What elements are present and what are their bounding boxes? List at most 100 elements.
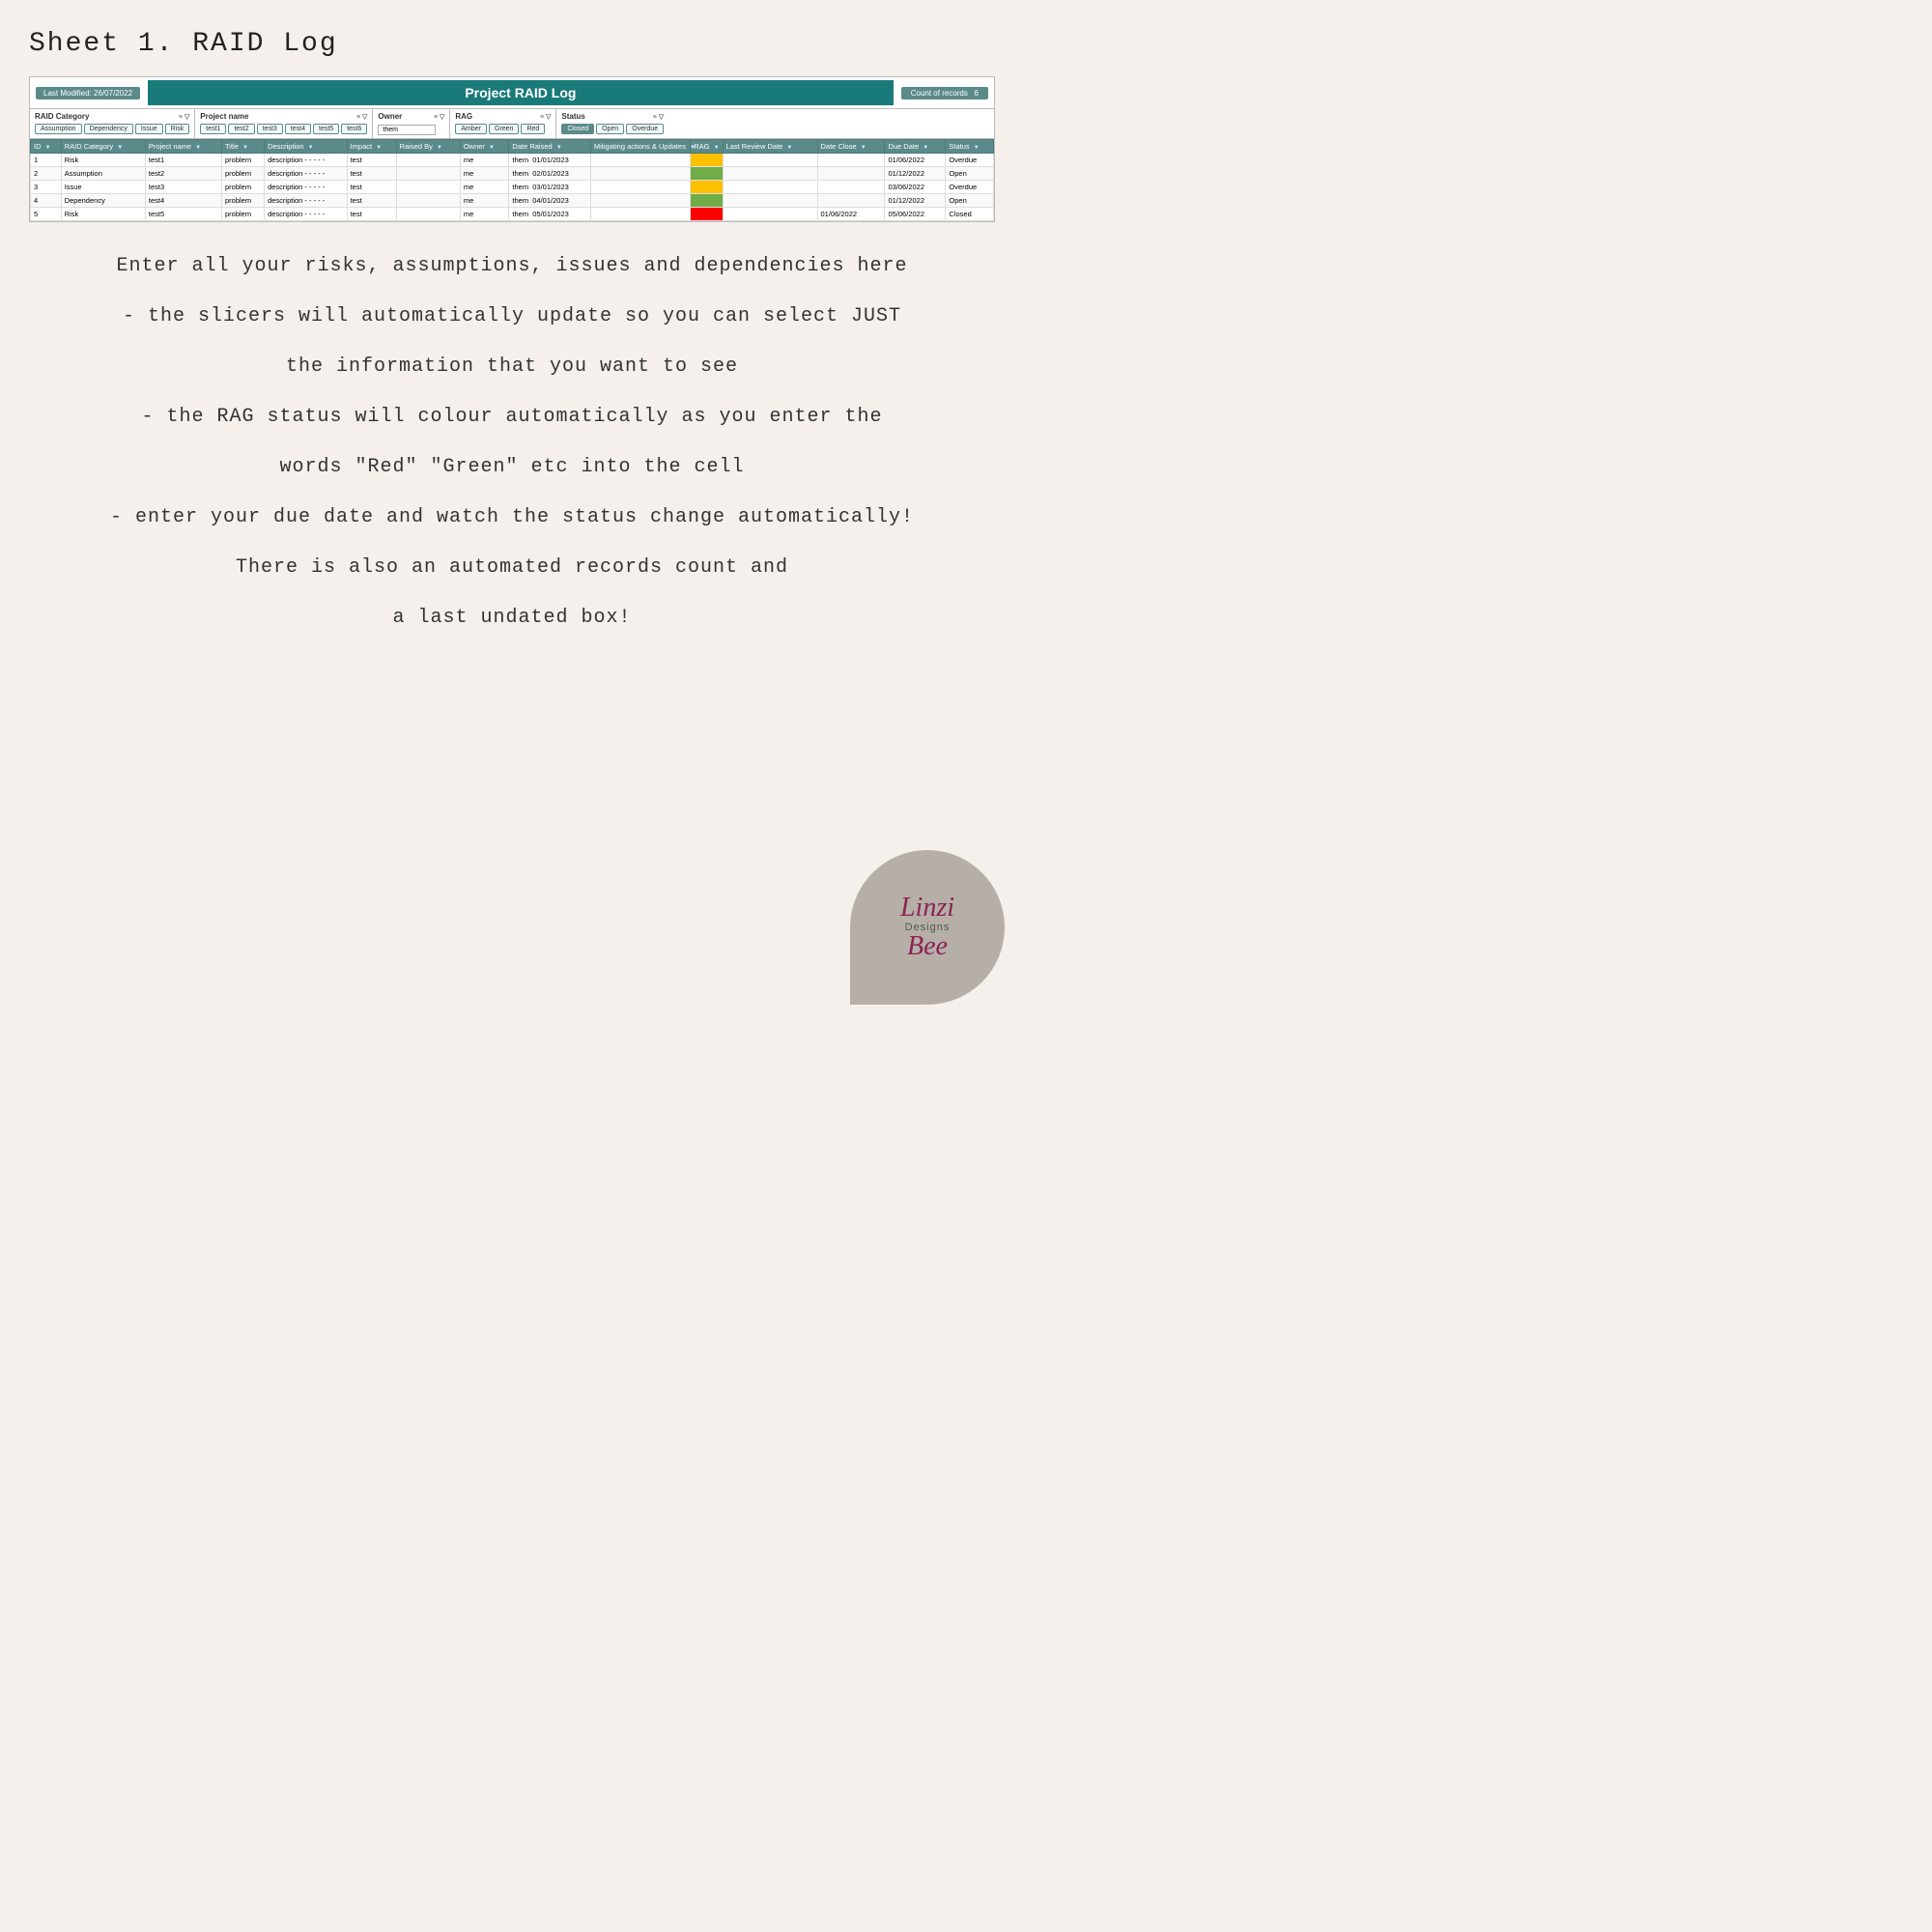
- cell-description: description - - - - -: [265, 154, 348, 167]
- cell-rag: [691, 167, 723, 181]
- cell-last-review: [723, 167, 817, 181]
- cell-id: 3: [31, 181, 62, 194]
- cell-due-date: 01/12/2022: [885, 194, 946, 208]
- cell-raid-category: Assumption: [61, 167, 145, 181]
- slicer-item-test5[interactable]: test5: [313, 124, 339, 134]
- cell-rag: [691, 208, 723, 221]
- cell-date-close: [817, 154, 885, 167]
- cell-date-close: [817, 167, 885, 181]
- slicer-item-green[interactable]: Green: [489, 124, 519, 134]
- cell-date-raised: them 01/01/2023: [509, 154, 590, 167]
- slicer-item-closed[interactable]: Closed: [561, 124, 594, 134]
- cell-id: 5: [31, 208, 62, 221]
- cell-due-date: 01/12/2022: [885, 167, 946, 181]
- slicer-item-test6[interactable]: test6: [341, 124, 367, 134]
- cell-raised-by: [396, 181, 460, 194]
- col-title: Title ▼: [222, 140, 265, 154]
- logo-area: Linzi Designs Bee: [850, 850, 1005, 1005]
- cell-impact: test: [347, 154, 396, 167]
- slicer-item-assumption[interactable]: Assumption: [35, 124, 82, 134]
- slicer-item-overdue[interactable]: Overdue: [626, 124, 664, 134]
- cell-raid-category: Issue: [61, 181, 145, 194]
- cell-project: test3: [145, 181, 221, 194]
- col-id: ID ▼: [31, 140, 62, 154]
- cell-title: problem: [222, 208, 265, 221]
- col-owner: Owner ▼: [460, 140, 509, 154]
- cell-last-review: [723, 181, 817, 194]
- slicer-item-amber[interactable]: Amber: [455, 124, 487, 134]
- cell-raised-by: [396, 167, 460, 181]
- col-due-date: Due Date ▼: [885, 140, 946, 154]
- cell-description: description - - - - -: [265, 167, 348, 181]
- logo-bee: Bee: [907, 933, 948, 960]
- description-line: - the slicers will automatically update …: [48, 301, 976, 332]
- slicer-rag: RAG ≡ ▽ Amber Green Red: [450, 109, 556, 138]
- slicer-item-open[interactable]: Open: [596, 124, 624, 134]
- description-line: a last undated box!: [48, 603, 976, 634]
- cell-owner: me: [460, 208, 509, 221]
- cell-impact: test: [347, 167, 396, 181]
- cell-raid-category: Risk: [61, 208, 145, 221]
- cell-raised-by: [396, 208, 460, 221]
- cell-project: test2: [145, 167, 221, 181]
- col-status: Status ▼: [946, 140, 994, 154]
- project-title: Project RAID Log: [148, 80, 894, 105]
- cell-mitigating: [590, 181, 690, 194]
- slicer-item-test3[interactable]: test3: [257, 124, 283, 134]
- description-line: - enter your due date and watch the stat…: [48, 502, 976, 533]
- slicer-item-issue[interactable]: Issue: [135, 124, 163, 134]
- cell-id: 4: [31, 194, 62, 208]
- slicer-item-test4[interactable]: test4: [285, 124, 311, 134]
- cell-due-date: 01/06/2022: [885, 154, 946, 167]
- cell-date-close: [817, 194, 885, 208]
- table-row: 3 Issue test3 problem description - - - …: [31, 181, 994, 194]
- cell-project: test4: [145, 194, 221, 208]
- last-modified-badge: Last Modified: 26/07/2022: [36, 87, 140, 99]
- owner-input[interactable]: [378, 125, 436, 135]
- cell-raised-by: [396, 154, 460, 167]
- cell-description: description - - - - -: [265, 208, 348, 221]
- cell-owner: me: [460, 194, 509, 208]
- col-project-name: Project name ▼: [145, 140, 221, 154]
- cell-date-raised: them 03/01/2023: [509, 181, 590, 194]
- col-description: Description ▼: [265, 140, 348, 154]
- col-last-review: Last Review Date ▼: [723, 140, 817, 154]
- description-line: - the RAG status will colour automatical…: [48, 402, 976, 433]
- cell-mitigating: [590, 154, 690, 167]
- cell-mitigating: [590, 208, 690, 221]
- table-row: 5 Risk test5 problem description - - - -…: [31, 208, 994, 221]
- cell-rag: [691, 181, 723, 194]
- cell-rag: [691, 194, 723, 208]
- cell-status: Open: [946, 194, 994, 208]
- description-line: the information that you want to see: [48, 352, 976, 383]
- cell-title: problem: [222, 181, 265, 194]
- slicer-status: Status ≡ ▽ Closed Open Overdue: [556, 109, 668, 138]
- table-row: 2 Assumption test2 problem description -…: [31, 167, 994, 181]
- cell-status: Overdue: [946, 154, 994, 167]
- cell-due-date: 03/06/2022: [885, 181, 946, 194]
- description-area: Enter all your risks, assumptions, issue…: [29, 251, 995, 634]
- slicer-owner: Owner ≡ ▽: [373, 109, 450, 138]
- cell-impact: test: [347, 194, 396, 208]
- slicer-item-test1[interactable]: test1: [200, 124, 226, 134]
- slicer-item-risk[interactable]: Risk: [165, 124, 190, 134]
- slicer-item-dependency[interactable]: Dependency: [84, 124, 133, 134]
- cell-due-date: 05/06/2022: [885, 208, 946, 221]
- col-mitigating: Mitigating actions & Updates ▼: [590, 140, 690, 154]
- cell-description: description - - - - -: [265, 194, 348, 208]
- logo-linzi: Linzi: [900, 895, 954, 922]
- col-date-raised: Date Raised ▼: [509, 140, 590, 154]
- slicer-item-red[interactable]: Red: [521, 124, 545, 134]
- cell-owner: me: [460, 181, 509, 194]
- table-row: 1 Risk test1 problem description - - - -…: [31, 154, 994, 167]
- count-badge: Count of records 6: [901, 87, 988, 99]
- description-line: Enter all your risks, assumptions, issue…: [48, 251, 976, 282]
- cell-raid-category: Dependency: [61, 194, 145, 208]
- cell-id: 2: [31, 167, 62, 181]
- cell-last-review: [723, 208, 817, 221]
- slicer-item-test2[interactable]: test2: [228, 124, 254, 134]
- spreadsheet-container: Last Modified: 26/07/2022 Project RAID L…: [29, 76, 995, 222]
- cell-impact: test: [347, 208, 396, 221]
- page-title: Sheet 1. RAID Log: [29, 29, 995, 59]
- cell-date-raised: them 04/01/2023: [509, 194, 590, 208]
